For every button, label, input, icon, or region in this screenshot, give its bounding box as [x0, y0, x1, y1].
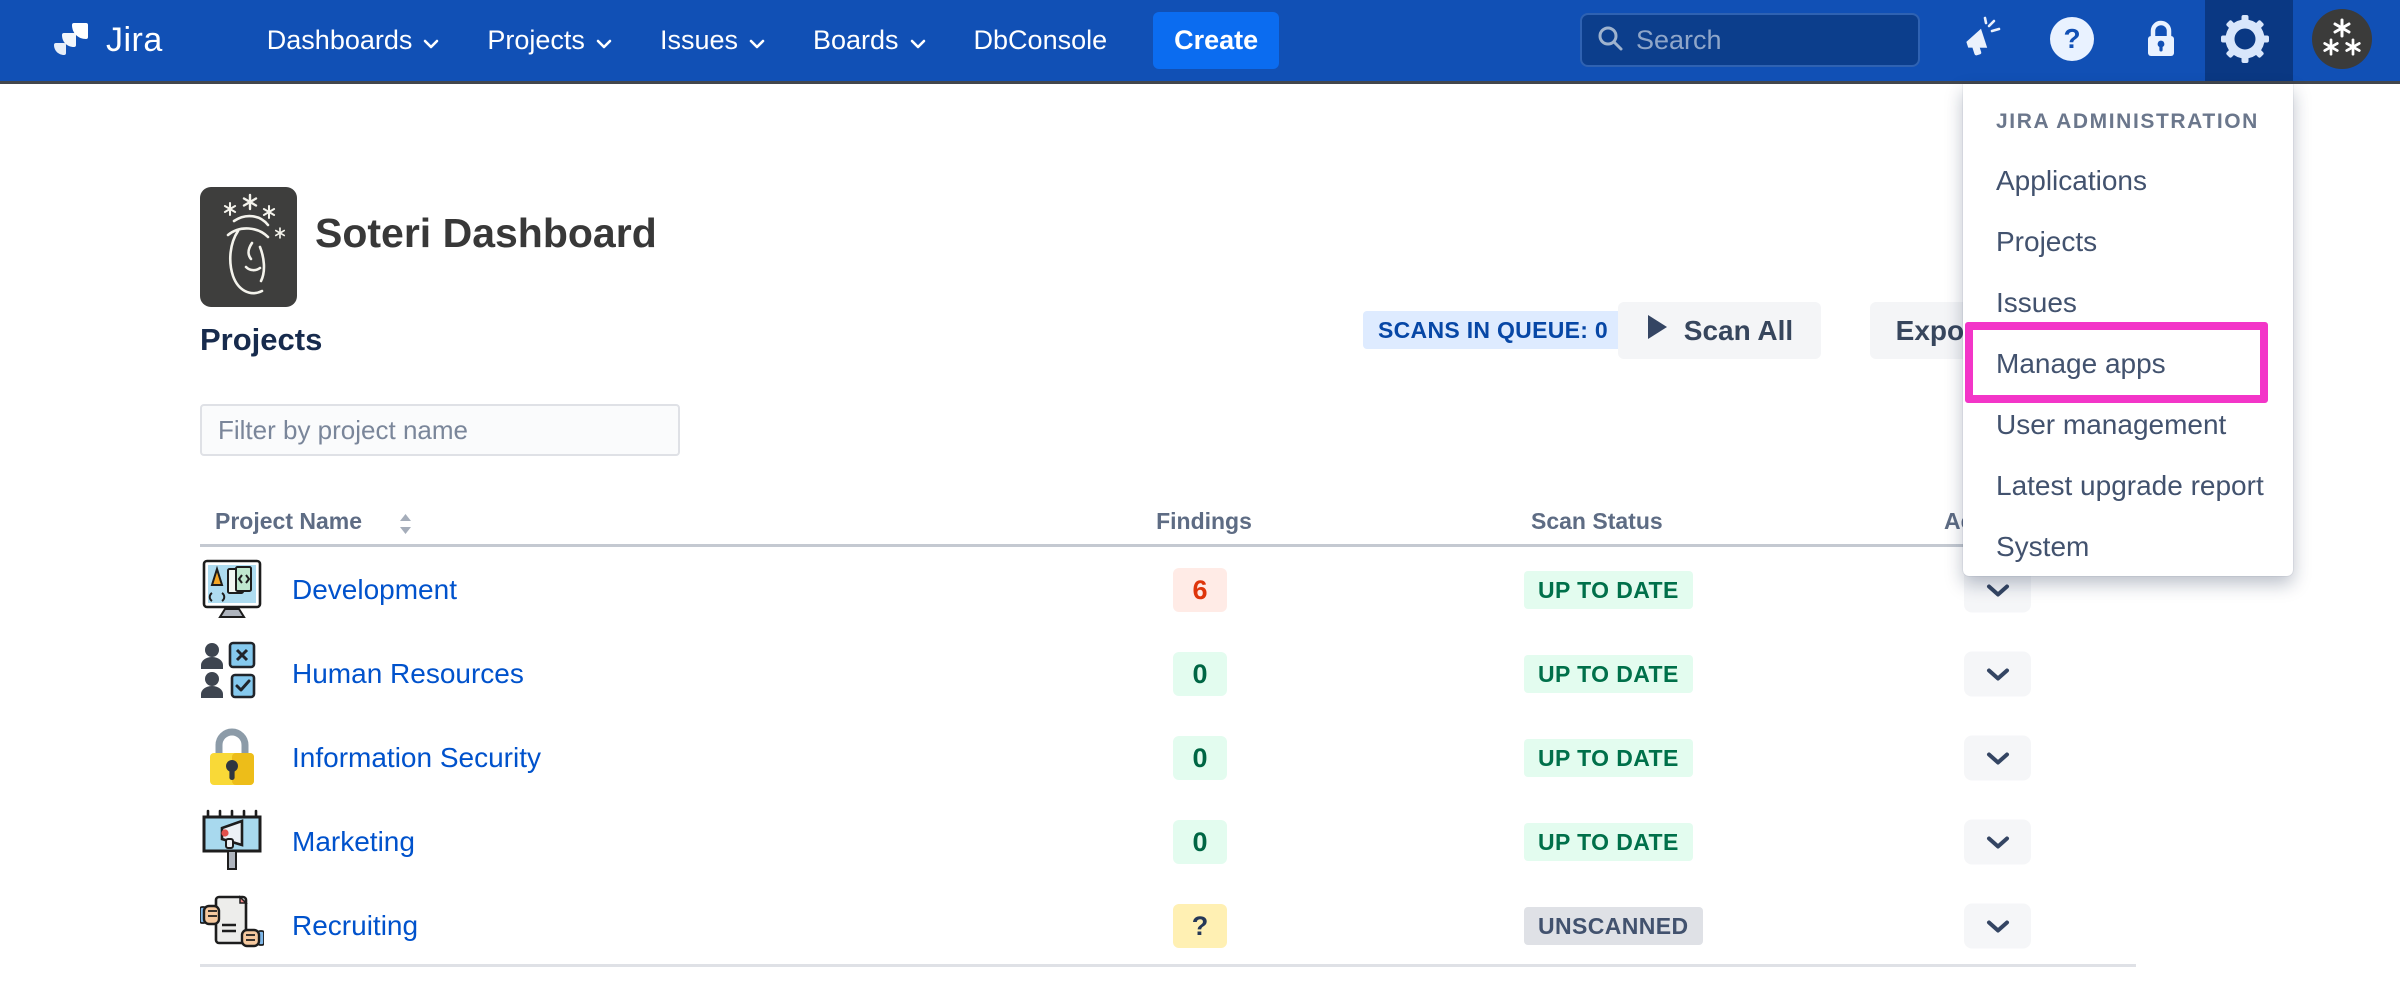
- menu-item-manage-apps[interactable]: Manage apps: [1996, 333, 2293, 394]
- brand-text: Jira: [106, 21, 163, 60]
- play-icon: [1646, 314, 1668, 347]
- chevron-down-icon: [423, 25, 439, 56]
- table-row: Human Resources 0 UP TO DATE: [200, 632, 2136, 716]
- sort-icon[interactable]: [398, 513, 413, 541]
- soteri-dashboard-screen: Jira Dashboards Projects Issues Boards D…: [0, 0, 2400, 993]
- primary-nav: Dashboards Projects Issues Boards DbCons…: [243, 0, 1131, 81]
- scan-all-button[interactable]: Scan All: [1618, 302, 1821, 359]
- jira-brand[interactable]: Jira: [50, 15, 163, 66]
- top-navbar: Jira Dashboards Projects Issues Boards D…: [0, 0, 2400, 81]
- scans-in-queue-badge: SCANS IN QUEUE: 0: [1363, 311, 1623, 349]
- information-security-icon: [200, 725, 264, 791]
- row-actions-button[interactable]: [1964, 652, 2031, 697]
- menu-item-latest-upgrade-report[interactable]: Latest upgrade report: [1996, 455, 2293, 516]
- findings-badge[interactable]: 0: [1173, 736, 1227, 780]
- jira-administration-menu: JIRA ADMINISTRATION Applications Project…: [1963, 84, 2293, 576]
- scan-status-badge: UP TO DATE: [1524, 739, 1693, 777]
- project-link[interactable]: Marketing: [292, 826, 415, 858]
- search-icon: [1596, 24, 1624, 57]
- project-link[interactable]: Information Security: [292, 742, 541, 774]
- table-row: Recruiting ? UNSCANNED: [200, 884, 2136, 968]
- projects-section-heading: Projects: [200, 322, 322, 358]
- row-actions-button[interactable]: [1964, 904, 2031, 949]
- announcements-button[interactable]: [1950, 9, 2014, 73]
- table-bottom-divider: [200, 964, 2136, 967]
- permissions-lock-button[interactable]: [2129, 9, 2193, 73]
- project-link[interactable]: Recruiting: [292, 910, 418, 942]
- column-header-findings: Findings: [1144, 508, 1264, 535]
- project-filter-input[interactable]: [200, 404, 680, 456]
- gear-icon: [2219, 13, 2271, 70]
- avatar-snowflakes-icon: [2311, 8, 2373, 75]
- menu-item-system[interactable]: System: [1996, 516, 2293, 577]
- table-header-divider: [200, 544, 2136, 547]
- row-actions-button[interactable]: [1964, 736, 2031, 781]
- lock-icon: [2138, 16, 2184, 67]
- chevron-down-icon: [596, 25, 612, 56]
- column-header-project-name[interactable]: Project Name: [215, 508, 362, 535]
- scan-status-badge: UP TO DATE: [1524, 655, 1693, 693]
- jira-logo-icon: [50, 15, 96, 66]
- project-link[interactable]: Human Resources: [292, 658, 524, 690]
- table-row: Development 6 UP TO DATE: [200, 548, 2136, 632]
- human-resources-icon: [200, 641, 264, 707]
- findings-badge[interactable]: 0: [1173, 820, 1227, 864]
- findings-badge[interactable]: 6: [1173, 568, 1227, 612]
- table-row: Marketing 0 UP TO DATE: [200, 800, 2136, 884]
- user-avatar[interactable]: [2310, 9, 2374, 73]
- soteri-app-icon: [200, 187, 297, 307]
- scan-status-badge: UNSCANNED: [1524, 907, 1703, 945]
- nav-issues[interactable]: Issues: [636, 0, 789, 81]
- search-input[interactable]: [1636, 25, 1904, 56]
- page-title: Soteri Dashboard: [315, 210, 657, 257]
- findings-badge[interactable]: ?: [1173, 904, 1227, 948]
- chevron-down-icon: [910, 25, 926, 56]
- nav-boards[interactable]: Boards: [789, 0, 950, 81]
- marketing-icon: [200, 809, 264, 875]
- development-icon: [200, 557, 264, 623]
- menu-item-projects[interactable]: Projects: [1996, 211, 2293, 272]
- nav-dashboards[interactable]: Dashboards: [243, 0, 464, 81]
- table-row: Information Security 0 UP TO DATE: [200, 716, 2136, 800]
- create-button[interactable]: Create: [1153, 12, 1279, 69]
- svg-text:?: ?: [2063, 23, 2080, 54]
- chevron-down-icon: [749, 25, 765, 56]
- row-actions-button[interactable]: [1964, 820, 2031, 865]
- menu-item-issues[interactable]: Issues: [1996, 272, 2293, 333]
- scan-status-badge: UP TO DATE: [1524, 823, 1693, 861]
- help-icon: ?: [2047, 14, 2097, 69]
- recruiting-icon: [200, 893, 264, 959]
- findings-badge[interactable]: 0: [1173, 652, 1227, 696]
- admin-menu-items: Applications Projects Issues Manage apps…: [1996, 150, 2293, 577]
- admin-settings-button[interactable]: [2213, 9, 2277, 73]
- menu-item-user-management[interactable]: User management: [1996, 394, 2293, 455]
- nav-projects[interactable]: Projects: [463, 0, 636, 81]
- nav-dbconsole[interactable]: DbConsole: [950, 0, 1132, 81]
- megaphone-icon: [1959, 16, 2005, 67]
- scan-status-badge: UP TO DATE: [1524, 571, 1693, 609]
- menu-item-applications[interactable]: Applications: [1996, 150, 2293, 211]
- admin-menu-heading: JIRA ADMINISTRATION: [1996, 100, 2293, 144]
- help-button[interactable]: ?: [2040, 9, 2104, 73]
- project-link[interactable]: Development: [292, 574, 457, 606]
- global-search[interactable]: [1580, 13, 1920, 67]
- column-header-scan-status: Scan Status: [1531, 508, 1663, 535]
